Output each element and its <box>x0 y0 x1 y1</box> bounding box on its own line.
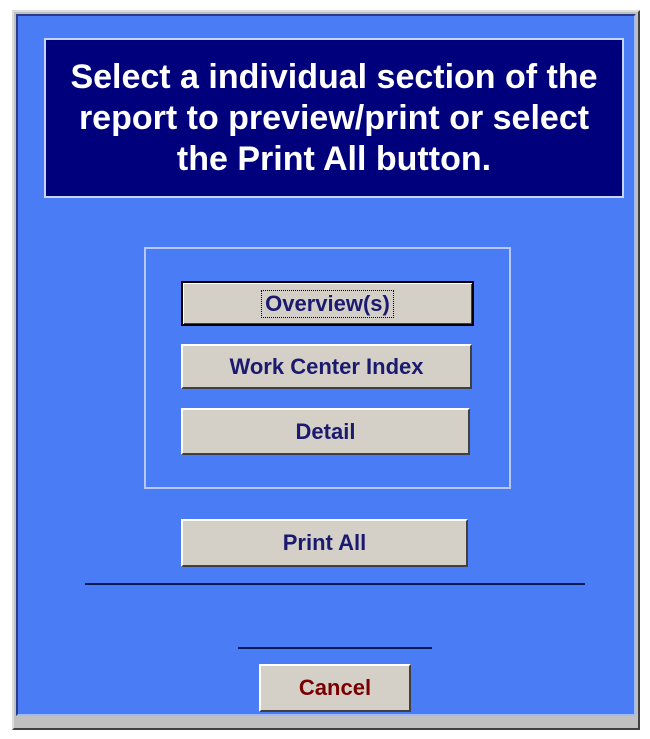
detail-button[interactable]: Detail <box>181 408 470 455</box>
overview-button-label: Overview(s) <box>261 289 394 318</box>
print-all-button-label: Print All <box>282 530 367 555</box>
section-divider <box>85 583 585 585</box>
work-center-index-button[interactable]: Work Center Index <box>181 344 472 389</box>
detail-button-label: Detail <box>295 418 356 444</box>
print-all-button[interactable]: Print All <box>181 519 468 567</box>
instruction-text: Select a individual section of the repor… <box>70 57 598 178</box>
cancel-divider <box>238 647 432 649</box>
overview-button[interactable]: Overview(s) <box>181 281 474 326</box>
instruction-header: Select a individual section of the repor… <box>44 38 624 198</box>
work-center-index-button-label: Work Center Index <box>229 353 424 379</box>
cancel-button[interactable]: Cancel <box>259 664 411 712</box>
cancel-button-label: Cancel <box>298 675 372 700</box>
